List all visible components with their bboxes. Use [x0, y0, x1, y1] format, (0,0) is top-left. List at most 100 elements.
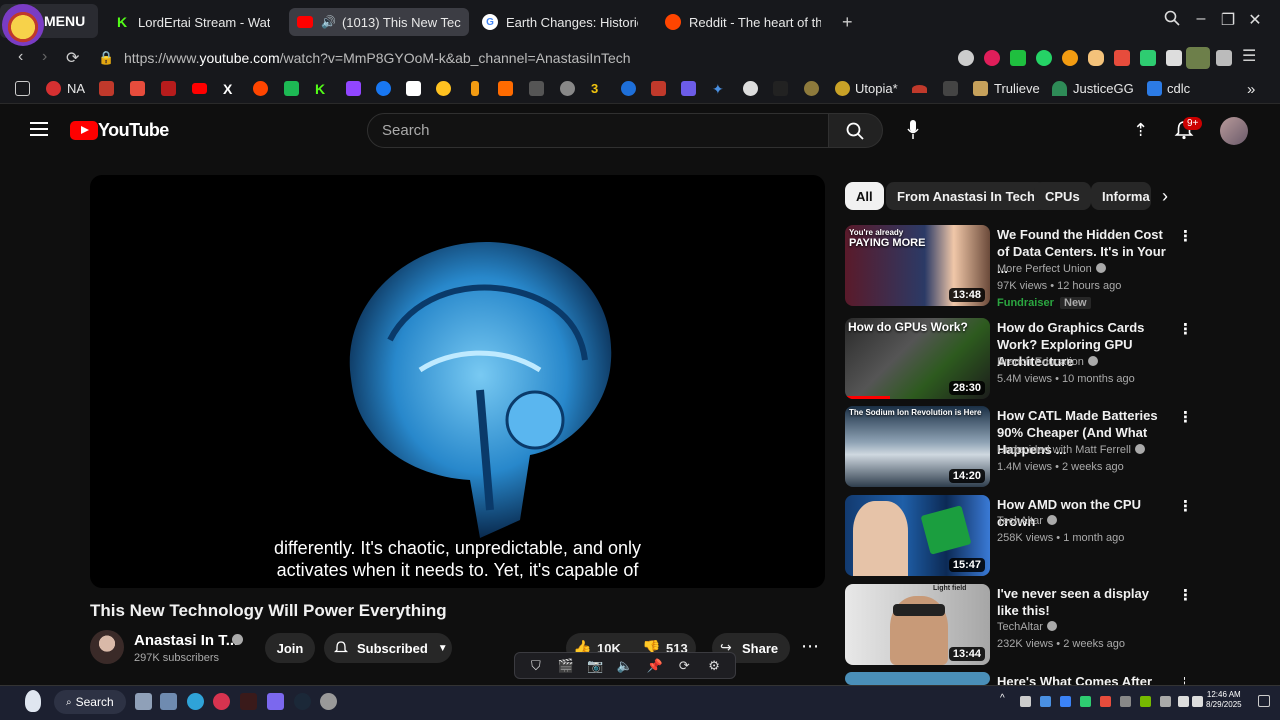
channel-avatar[interactable] — [90, 630, 124, 664]
bookmark-icon[interactable] — [161, 81, 176, 96]
bookmark-icon[interactable] — [912, 85, 927, 93]
more-actions-icon[interactable]: ⋯ — [797, 633, 823, 663]
steam-icon[interactable] — [294, 693, 311, 710]
bookmark-walmart-icon[interactable] — [436, 81, 451, 96]
shield-icon[interactable]: ⛉ — [528, 658, 544, 673]
bookmarks-overflow-icon[interactable]: » — [1247, 81, 1255, 98]
video-thumbnail[interactable]: 15:47 — [845, 495, 990, 576]
settings-icon[interactable]: ⚙ — [706, 658, 722, 673]
bookmark-openai-icon[interactable] — [743, 81, 758, 96]
bookmark-na-label[interactable]: NA — [67, 81, 85, 96]
task-view-icon[interactable] — [135, 693, 152, 710]
bookmark-icon[interactable] — [773, 81, 788, 96]
recommendation-title[interactable]: I've never seen a display like this! — [997, 585, 1172, 619]
youtube-logo-text[interactable]: YouTube — [98, 120, 169, 141]
more-vert-icon[interactable]: ⋮ — [1178, 497, 1193, 515]
tab-youtube-active[interactable]: 🔊 (1013) This New Tech — [289, 8, 469, 36]
nvidia-icon[interactable] — [1140, 696, 1151, 707]
profile-extension-icon[interactable] — [1186, 47, 1210, 69]
adblock-extension-icon[interactable] — [958, 50, 974, 66]
bookmark-trulieve-label[interactable]: Trulieve — [994, 81, 1040, 96]
lock-icon[interactable]: 🔒 — [98, 50, 114, 66]
chip-information[interactable]: Informa — [1091, 182, 1151, 210]
join-button[interactable]: Join — [265, 633, 315, 663]
new-tab-plus-icon[interactable]: + — [842, 12, 853, 33]
bookmark-justicegg-label[interactable]: JusticeGG — [1073, 81, 1134, 96]
bookmark-kick-icon[interactable]: K — [315, 81, 330, 97]
chip-from-channel[interactable]: From Anastasi In Tech — [886, 182, 1046, 210]
tray-icon[interactable] — [1160, 696, 1171, 707]
downloads-icon[interactable] — [1216, 50, 1232, 66]
chip-cpus[interactable]: CPUs — [1034, 182, 1091, 210]
video-thumbnail[interactable]: You're already PAYING MORE 13:48 — [845, 225, 990, 306]
bookmark-icon[interactable] — [651, 81, 666, 96]
bookmark-icon[interactable] — [621, 81, 636, 96]
video-thumbnail[interactable]: Light field 13:44 — [845, 584, 990, 665]
edge-icon[interactable] — [187, 693, 204, 710]
close-window-icon[interactable]: ✕ — [1245, 10, 1265, 30]
bookmark-justicegg-icon[interactable] — [1052, 81, 1067, 96]
extension-icon[interactable] — [1088, 50, 1104, 66]
bookmark-x-icon[interactable]: X — [223, 81, 238, 97]
bookmark-icon[interactable]: 3 — [591, 81, 606, 96]
extension-icon[interactable] — [1114, 50, 1130, 66]
bookmark-facebook-icon[interactable] — [376, 81, 391, 96]
recommendation-item[interactable]: 15:47 How AMD won the CPU crown TechAlta… — [845, 495, 1193, 580]
bookmark-utopia-icon[interactable] — [835, 81, 850, 96]
recommendation-channel[interactable]: Undecided with Matt Ferrell — [997, 444, 1145, 456]
more-vert-icon[interactable]: ⋮ — [1178, 408, 1193, 426]
taskbar-clock[interactable]: 12:46 AM 8/29/2025 — [1206, 690, 1242, 710]
restore-icon[interactable]: ❐ — [1218, 10, 1238, 30]
tab-earth-changes[interactable]: G Earth Changes: Historical — [474, 8, 646, 36]
bookmark-icon[interactable] — [284, 81, 299, 96]
back-icon[interactable]: ‹ — [18, 48, 23, 66]
tray-chevron-up-icon[interactable]: ^ — [1000, 693, 1005, 704]
recommendation-item[interactable]: Here's What Comes After ⋮ — [845, 672, 1185, 685]
recommendation-item[interactable]: You're already PAYING MORE 13:48 We Foun… — [845, 225, 1193, 310]
more-vert-icon[interactable]: ⋮ — [1178, 320, 1193, 338]
recommendation-item[interactable]: How do GPUs Work? 28:30 How do Graphics … — [845, 318, 1193, 403]
search-button[interactable] — [829, 113, 883, 148]
network-icon[interactable] — [1178, 696, 1189, 707]
tab-reddit[interactable]: Reddit - The heart of the i — [657, 8, 829, 36]
refresh-icon[interactable]: ⟳ — [676, 658, 692, 673]
bookmark-icon[interactable] — [99, 81, 114, 96]
reload-icon[interactable]: ⟳ — [66, 48, 79, 68]
video-thumbnail[interactable]: How do GPUs Work? 28:30 — [845, 318, 990, 399]
tray-icon[interactable] — [1020, 696, 1031, 707]
chevron-right-icon[interactable]: › — [1162, 186, 1168, 207]
tray-icon[interactable] — [1100, 696, 1111, 707]
recommendation-title[interactable]: Here's What Comes After — [997, 673, 1172, 685]
taskbar-search-button[interactable]: ⌕ Search — [54, 690, 126, 714]
whatsapp-extension-icon[interactable] — [1036, 50, 1052, 66]
bookmark-sparkle-icon[interactable]: ✦ — [712, 81, 727, 97]
guide-menu-icon[interactable] — [30, 122, 48, 136]
clapper-icon[interactable]: 🎬 — [557, 658, 573, 673]
tab-lordertai[interactable]: K LordErtai Stream - Watch — [106, 8, 278, 36]
upload-icon[interactable]: ⇡ — [1133, 120, 1148, 141]
more-vert-icon[interactable]: ⋮ — [1178, 227, 1193, 245]
bluetooth-icon[interactable] — [1060, 696, 1071, 707]
video-thumbnail[interactable]: The Sodium Ion Revolution is Here 14:20 — [845, 406, 990, 487]
recommendation-item[interactable]: Light field 13:44 I've never seen a disp… — [845, 584, 1193, 669]
extensions-puzzle-icon[interactable] — [1166, 50, 1182, 66]
taskbar-app-icon[interactable] — [267, 693, 284, 710]
extension-icon[interactable] — [1062, 50, 1078, 66]
taskbar-app-icon[interactable] — [320, 693, 337, 710]
extension-icon[interactable] — [984, 50, 1000, 66]
bookmark-utopia-label[interactable]: Utopia* — [855, 81, 898, 96]
bookmark-icon[interactable] — [804, 81, 819, 96]
camera-icon[interactable]: 📷 — [587, 658, 603, 673]
opera-gx-icon[interactable] — [213, 693, 230, 710]
bookmark-twitch-icon[interactable] — [346, 81, 361, 96]
notifications-icon[interactable] — [1258, 695, 1270, 707]
bookmark-icon[interactable] — [560, 81, 575, 96]
recommendation-channel[interactable]: Branch Education — [997, 356, 1098, 368]
recommendation-channel[interactable]: TechAltar — [997, 621, 1057, 633]
taskbar-app-icon[interactable] — [240, 693, 257, 710]
microphone-icon[interactable] — [907, 120, 919, 140]
bookmark-trulieve-icon[interactable] — [973, 81, 988, 96]
search-tabs-icon[interactable] — [1162, 10, 1182, 31]
tray-icon[interactable] — [1080, 696, 1091, 707]
bookmarks-folder-icon[interactable] — [15, 81, 30, 96]
